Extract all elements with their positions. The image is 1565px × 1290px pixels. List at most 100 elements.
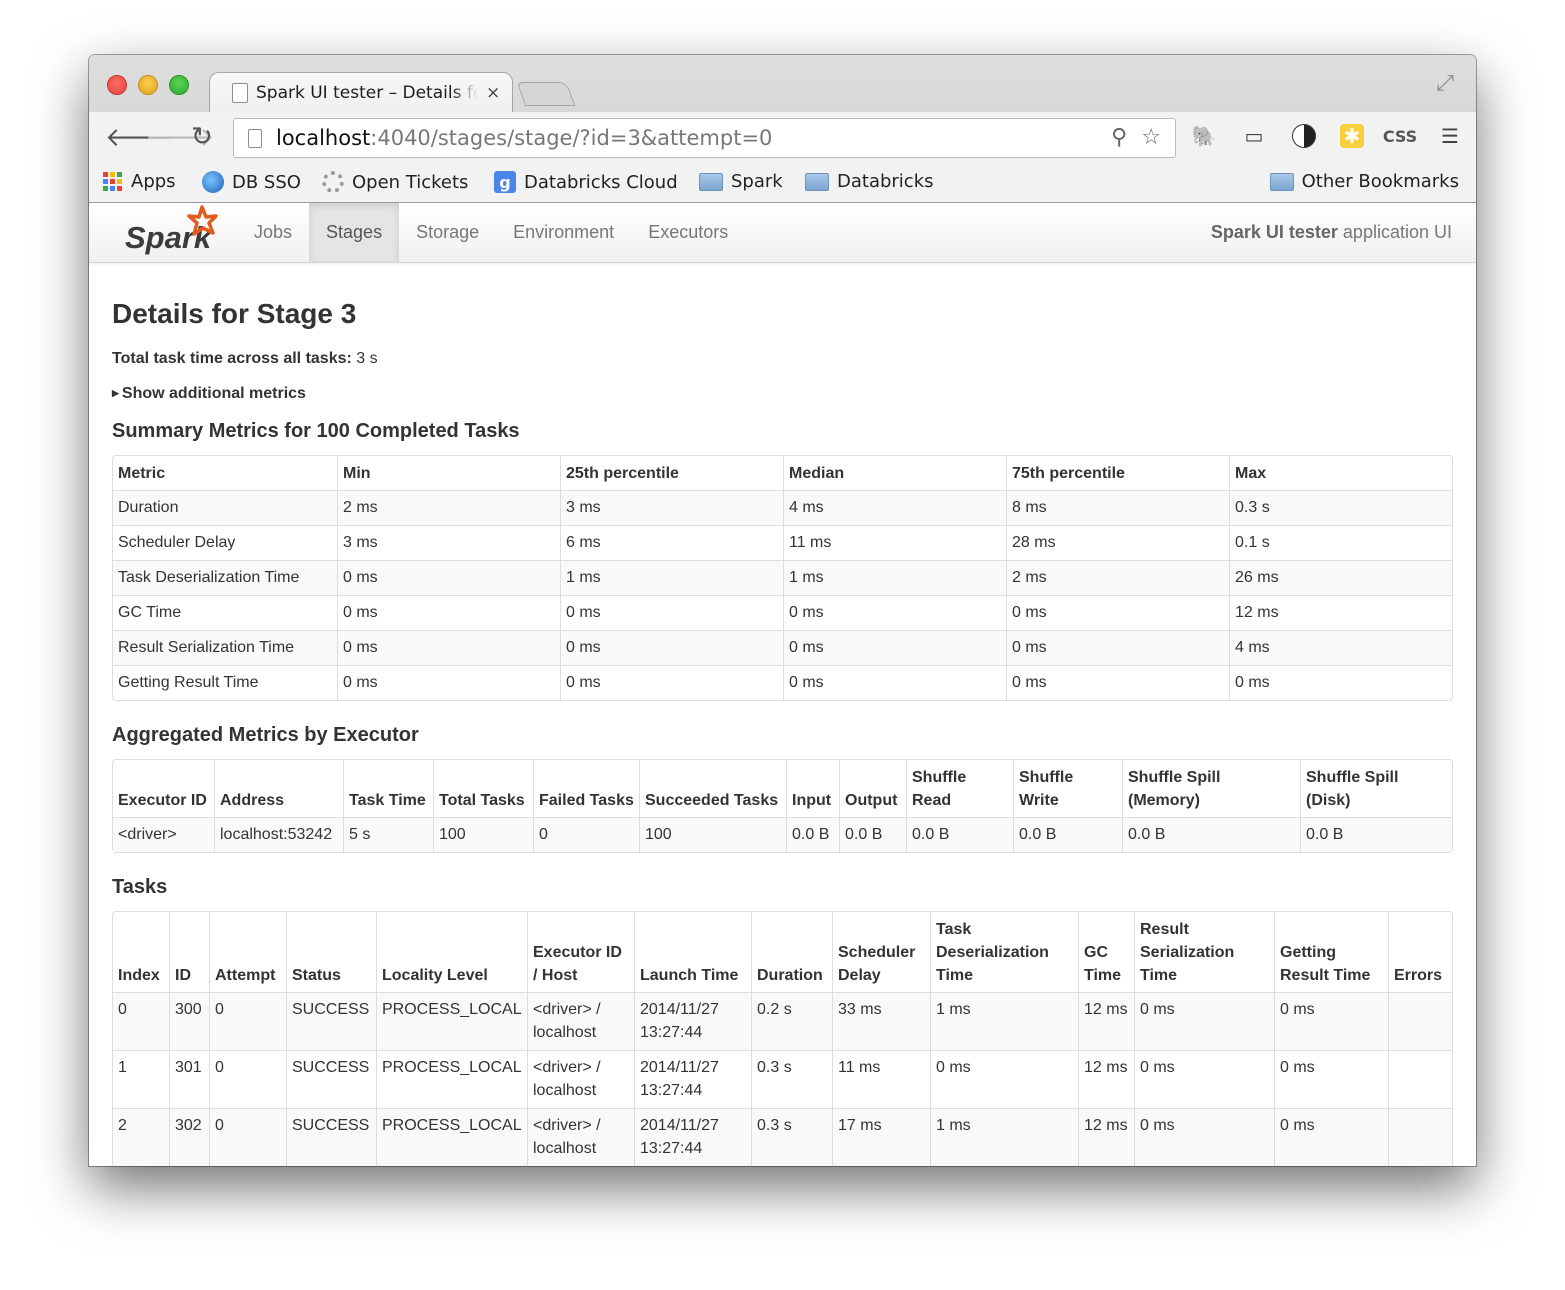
column-header[interactable]: Input — [786, 760, 839, 817]
column-header[interactable]: ID — [169, 912, 209, 992]
table-cell: 2014/11/27 13:27:44 — [634, 1108, 751, 1166]
close-window-button[interactable] — [107, 75, 127, 95]
column-header[interactable]: Task Time — [343, 760, 433, 817]
metric-row: Getting Result Time 0 ms 0 ms 0 ms 0 ms 0 ms — [113, 665, 1452, 700]
table-cell: 2 — [113, 1108, 169, 1166]
column-header[interactable]: Attempt — [209, 912, 286, 992]
tab-jobs[interactable]: Jobs — [237, 203, 309, 262]
tab-stages[interactable]: Stages — [309, 203, 400, 262]
column-header[interactable]: Median — [783, 456, 1006, 490]
bookmark-other[interactable]: Other Bookmarks — [1269, 171, 1459, 192]
table-cell: 0 ms — [560, 665, 783, 700]
column-header[interactable]: Output — [839, 760, 906, 817]
search-icon[interactable]: ⚲ — [1111, 125, 1127, 150]
column-header[interactable]: Shuffle Spill (Memory) — [1122, 760, 1300, 817]
tab-title: Spark UI tester – Details for Stage 3 — [256, 82, 478, 103]
css-extension-icon[interactable]: CSS — [1383, 122, 1417, 150]
summary-metrics-table: Metric Min 25th percentile Median 75th perce… — [112, 455, 1453, 701]
column-header[interactable]: Max — [1229, 456, 1452, 490]
column-header[interactable]: Min — [337, 456, 560, 490]
column-header[interactable]: Index — [113, 912, 169, 992]
reload-icon[interactable]: ↻ — [191, 122, 213, 152]
browser-chrome: Spark UI tester – Details for Stage 3 × … — [89, 55, 1476, 203]
menu-icon[interactable]: ☰ — [1436, 122, 1464, 150]
column-header[interactable]: Executor ID / Host — [527, 912, 634, 992]
table-cell: 0.3 s — [751, 1050, 832, 1108]
table-cell: 2 ms — [1006, 560, 1229, 595]
table-cell: 0.0 B — [786, 817, 839, 852]
evernote-extension-icon[interactable]: 🐘 — [1190, 122, 1218, 150]
column-header[interactable]: Shuffle Read — [906, 760, 1013, 817]
column-header[interactable]: Total Tasks — [433, 760, 533, 817]
tab-executors[interactable]: Executors — [631, 203, 745, 262]
column-header[interactable]: Scheduler Delay — [832, 912, 930, 992]
g-icon: g — [494, 171, 516, 193]
new-tab-button[interactable] — [516, 82, 576, 106]
column-header[interactable]: Result Serialization Time — [1134, 912, 1274, 992]
bookmark-databricks[interactable]: Databricks — [805, 171, 934, 192]
spark-logo[interactable]: Spark — [123, 205, 218, 259]
bookmark-label: DB SSO — [232, 171, 301, 193]
browser-tab-active[interactable]: Spark UI tester – Details for Stage 3 × — [209, 72, 513, 112]
show-additional-metrics-toggle[interactable]: ▶ Show additional metrics — [112, 385, 1453, 403]
column-header[interactable]: Metric — [113, 456, 337, 490]
table-cell: SUCCESS — [286, 1050, 376, 1108]
bookmark-star-icon[interactable]: ☆ — [1141, 125, 1161, 150]
sticky-extension-icon[interactable]: ✱ — [1340, 124, 1364, 148]
bookmarks-bar: Apps DB SSO Open Tickets g Databricks Cl… — [89, 164, 1476, 202]
column-header[interactable]: Locality Level — [376, 912, 527, 992]
tab-environment[interactable]: Environment — [496, 203, 631, 262]
tab-storage[interactable]: Storage — [399, 203, 496, 262]
table-cell: 0 ms — [337, 630, 560, 665]
table-cell: 0 ms — [1229, 665, 1452, 700]
bookmark-label: Other Bookmarks — [1301, 171, 1459, 192]
table-cell: 12 ms — [1078, 1108, 1134, 1166]
cast-icon[interactable]: ▭ — [1240, 122, 1268, 150]
fullscreen-icon[interactable]: ⤢ — [1436, 71, 1454, 96]
table-cell: 17 ms — [832, 1108, 930, 1166]
table-cell: 0.0 B — [1300, 817, 1452, 852]
column-header[interactable]: Status — [286, 912, 376, 992]
contrast-extension-icon[interactable] — [1290, 122, 1318, 150]
table-cell: SUCCESS — [286, 1108, 376, 1166]
column-header[interactable]: Getting Result Time — [1274, 912, 1388, 992]
apps-grid-icon — [103, 171, 123, 192]
column-header[interactable]: Executor ID — [113, 760, 214, 817]
column-header[interactable]: Duration — [751, 912, 832, 992]
bookmark-label: Databricks — [837, 171, 934, 192]
column-header[interactable]: Errors — [1388, 912, 1452, 992]
column-header[interactable]: Succeeded Tasks — [639, 760, 786, 817]
column-header[interactable]: Shuffle Write — [1013, 760, 1122, 817]
metric-row: Scheduler Delay 3 ms 6 ms 11 ms 28 ms 0.1 s — [113, 525, 1452, 560]
zoom-window-button[interactable] — [169, 75, 189, 95]
url-path: :4040/stages/stage/?id=3&attempt=0 — [370, 126, 773, 150]
bookmark-label: Databricks Cloud — [524, 171, 678, 193]
bookmark-databricks-cloud[interactable]: g Databricks Cloud — [494, 171, 678, 193]
column-header[interactable]: 25th percentile — [560, 456, 783, 490]
bookmark-spark[interactable]: Spark — [699, 171, 783, 192]
column-header[interactable]: 75th percentile — [1006, 456, 1229, 490]
bookmark-apps[interactable]: Apps — [103, 171, 176, 192]
table-cell: <driver> / localhost — [527, 1108, 634, 1166]
table-cell: <driver> — [113, 817, 214, 852]
table-cell: localhost:53242 — [214, 817, 343, 852]
address-bar[interactable]: localhost :4040/stages/stage/?id=3&attem… — [233, 118, 1176, 158]
column-header[interactable]: Failed Tasks — [533, 760, 639, 817]
spark-navbar: Spark Jobs Stages Storage Environment Ex… — [89, 203, 1476, 263]
bookmark-db-sso[interactable]: DB SSO — [202, 171, 301, 193]
table-cell: 301 — [169, 1050, 209, 1108]
page-info-icon[interactable] — [248, 128, 262, 148]
folder-icon — [805, 172, 829, 191]
minimize-window-button[interactable] — [138, 75, 158, 95]
tasks-table: Index ID Attempt Status Locality Level Execut… — [112, 911, 1453, 1166]
column-header[interactable]: Launch Time — [634, 912, 751, 992]
column-header[interactable]: GC Time — [1078, 912, 1134, 992]
column-header[interactable]: Task Deserialization Time — [930, 912, 1078, 992]
table-cell: 3 ms — [560, 490, 783, 525]
column-header[interactable]: Address — [214, 760, 343, 817]
table-cell: <driver> / localhost — [527, 992, 634, 1050]
bookmark-open-tickets[interactable]: Open Tickets — [322, 171, 468, 193]
column-header[interactable]: Shuffle Spill (Disk) — [1300, 760, 1452, 817]
table-cell: PROCESS_LOCAL — [376, 992, 527, 1050]
tab-close-icon[interactable]: × — [486, 83, 500, 103]
